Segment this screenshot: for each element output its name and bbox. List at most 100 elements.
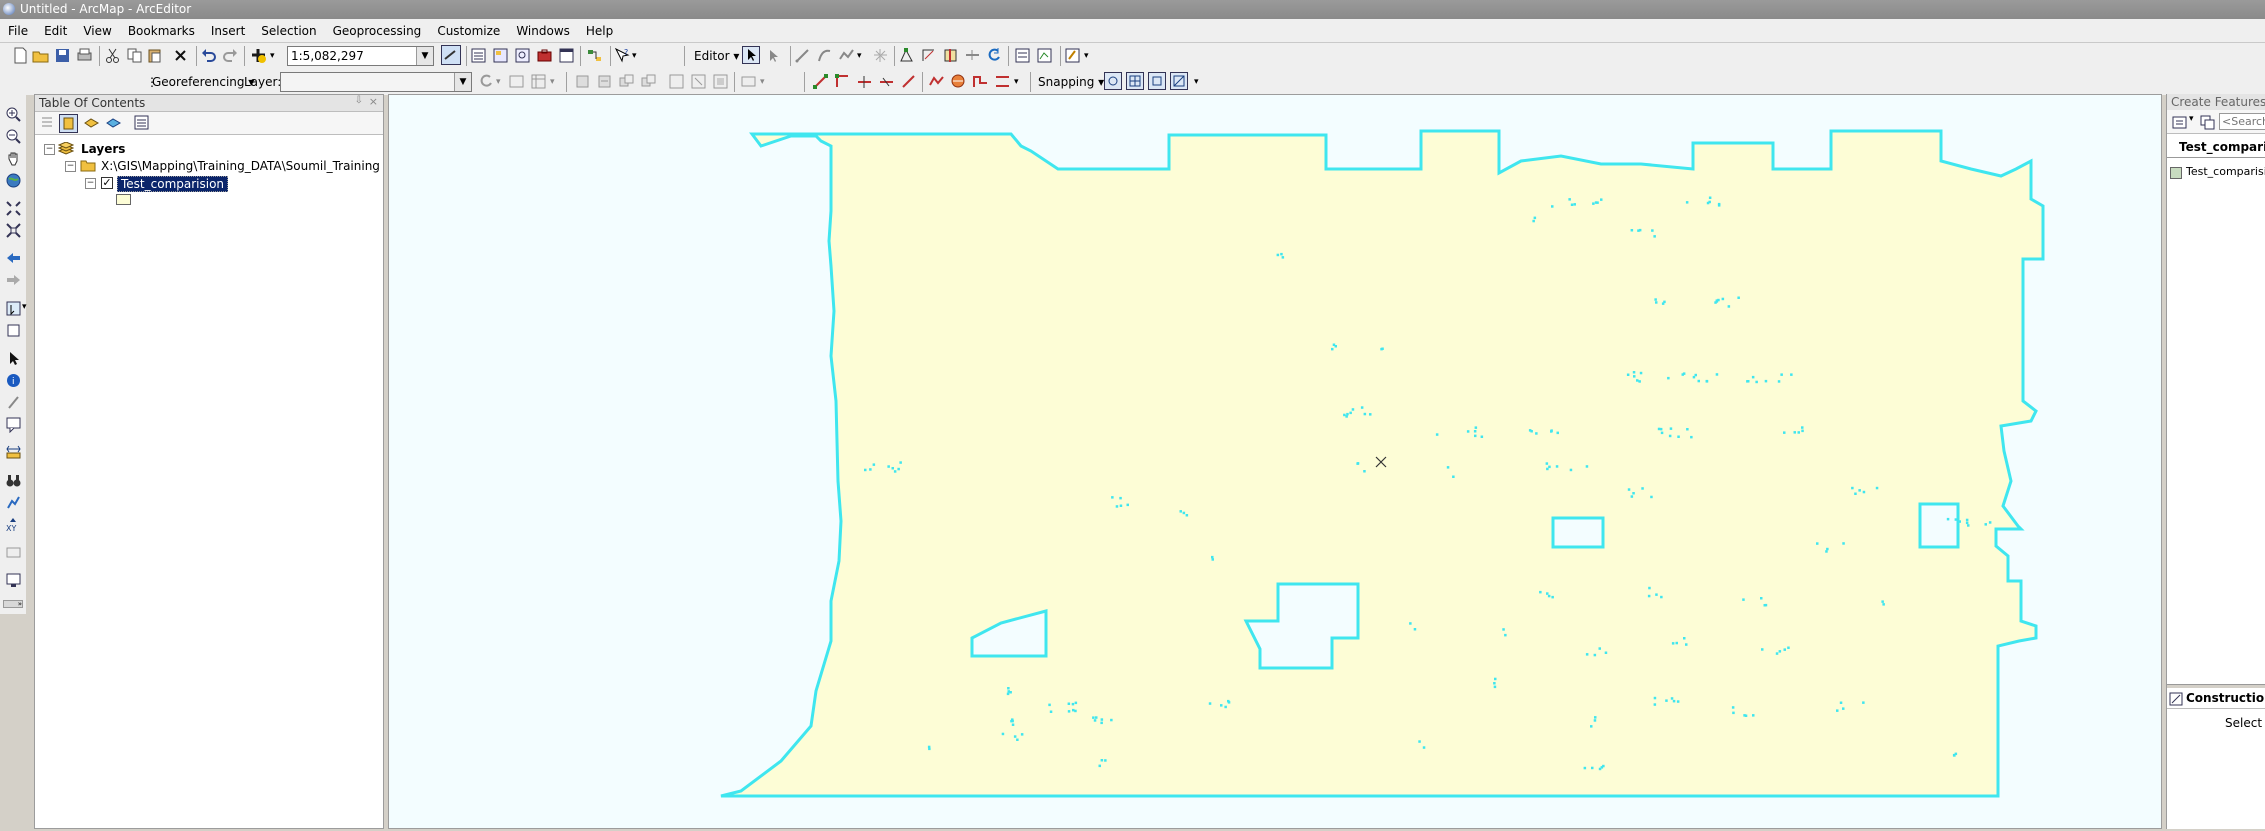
point-feature[interactable] [1638, 228, 1642, 232]
point-feature[interactable] [1671, 642, 1675, 645]
point-feature[interactable] [1452, 475, 1455, 479]
select-features-icon[interactable] [5, 300, 22, 317]
menu-windows[interactable]: Windows [508, 19, 578, 43]
point-feature[interactable] [1569, 468, 1573, 472]
point-feature[interactable] [1633, 375, 1636, 378]
point-snapping-icon[interactable] [1104, 72, 1122, 90]
menu-view[interactable]: View [75, 19, 119, 43]
point-feature[interactable] [1360, 406, 1364, 409]
endpoint-snapping-icon[interactable] [1126, 72, 1144, 90]
point-feature[interactable] [1570, 203, 1574, 207]
point-feature[interactable] [1380, 347, 1383, 351]
point-feature[interactable] [1747, 380, 1750, 383]
point-feature[interactable] [1067, 702, 1071, 706]
point-feature[interactable] [1675, 641, 1679, 645]
map-display[interactable] [388, 94, 2162, 829]
point-feature[interactable] [1715, 373, 1719, 376]
georef-table-icon[interactable] [530, 73, 547, 90]
straight-segment-icon[interactable] [794, 47, 811, 64]
split-tool-icon[interactable] [964, 47, 981, 64]
point-feature[interactable] [1826, 547, 1829, 551]
point-feature[interactable] [1422, 746, 1426, 749]
point-feature[interactable] [1677, 435, 1680, 439]
point-feature[interactable] [1104, 759, 1107, 762]
point-feature[interactable] [1690, 435, 1693, 439]
find-route-icon[interactable] [5, 494, 22, 511]
point-feature[interactable] [1668, 434, 1672, 438]
template-group-header[interactable]: Test_comparision [2167, 138, 2265, 158]
add-control-points-icon[interactable] [574, 73, 591, 90]
viewer-icon[interactable] [712, 73, 729, 90]
list-by-selection-icon[interactable] [105, 114, 122, 131]
point-feature[interactable] [893, 470, 897, 473]
point-feature[interactable] [1665, 699, 1668, 702]
point-feature[interactable] [1596, 201, 1599, 204]
layer-symbol-swatch[interactable] [116, 194, 131, 205]
point-feature[interactable] [1994, 530, 1998, 533]
list-by-visibility-icon[interactable] [83, 114, 100, 131]
point-feature[interactable] [1585, 465, 1589, 468]
edit-vertices-icon[interactable] [898, 47, 915, 64]
point-feature[interactable] [1551, 205, 1554, 208]
snapping-options-icon[interactable]: ▾ [1194, 75, 1199, 89]
point-feature[interactable] [1369, 413, 1372, 416]
pin-icon[interactable]: ⇩ [355, 95, 363, 106]
collapse-layers-icon[interactable]: − [44, 144, 55, 155]
undo-icon[interactable] [200, 47, 217, 64]
point-feature[interactable] [1591, 766, 1594, 770]
point-feature[interactable] [1954, 518, 1958, 521]
point-feature[interactable] [1363, 412, 1367, 416]
add-vertex-icon[interactable] [856, 73, 873, 90]
point-feature[interactable] [1480, 435, 1484, 439]
select-elements-icon[interactable] [5, 350, 22, 367]
point-feature[interactable] [1592, 202, 1595, 205]
arctoolbox-icon[interactable] [536, 47, 553, 64]
point-feature[interactable] [1604, 651, 1608, 655]
add-data-dropdown-icon[interactable]: ▾ [270, 43, 275, 69]
point-feature[interactable] [1551, 595, 1554, 599]
point-feature[interactable] [1854, 492, 1857, 496]
point-feature[interactable] [1732, 711, 1735, 715]
point-feature[interactable] [1211, 558, 1215, 561]
paste-icon[interactable] [146, 47, 163, 64]
point-feature[interactable] [1598, 767, 1602, 771]
point-feature[interactable] [1761, 648, 1764, 651]
point-feature[interactable] [1280, 252, 1283, 256]
construction-tools-dropdown-icon[interactable]: ▾ [857, 49, 862, 63]
point-feature[interactable] [1882, 603, 1885, 606]
menu-customize[interactable]: Customize [429, 19, 508, 43]
identify-icon[interactable]: i [5, 372, 22, 389]
map-canvas[interactable] [389, 95, 2163, 830]
point-feature[interactable] [1787, 646, 1790, 650]
point-feature[interactable] [1535, 432, 1538, 435]
view-link-table-icon[interactable] [596, 73, 613, 90]
point-feature[interactable] [1669, 427, 1673, 430]
sketch-properties-icon[interactable] [1036, 47, 1053, 64]
point-feature[interactable] [869, 468, 872, 471]
point-feature[interactable] [1742, 598, 1745, 601]
point-feature[interactable] [1984, 523, 1988, 526]
point-feature[interactable] [1413, 628, 1417, 631]
edit-annotation-icon[interactable] [766, 47, 783, 64]
point-feature[interactable] [1946, 517, 1950, 521]
point-feature[interactable] [1227, 699, 1230, 703]
point-feature[interactable] [1600, 198, 1603, 201]
python-window-icon[interactable] [558, 47, 575, 64]
point-feature[interactable] [1717, 202, 1721, 206]
point-feature[interactable] [1692, 375, 1696, 379]
reshape-edge-icon[interactable] [972, 73, 989, 90]
point-feature[interactable] [1636, 379, 1639, 382]
redo-icon[interactable] [222, 47, 239, 64]
magnifier-window-icon[interactable] [740, 73, 757, 90]
georeferencing-menu[interactable]: Georeferencing ▾ [152, 69, 254, 95]
point-feature[interactable] [1100, 718, 1104, 721]
point-feature[interactable] [891, 467, 895, 470]
rotate-dropdown-icon[interactable]: ▾ [496, 75, 501, 89]
point-feature[interactable] [1224, 705, 1227, 709]
point-feature[interactable] [1598, 647, 1602, 650]
point-feature[interactable] [1547, 594, 1551, 598]
point-feature[interactable] [1965, 518, 1969, 522]
create-features-window-icon[interactable] [1064, 47, 1081, 64]
point-feature[interactable] [1276, 253, 1280, 257]
point-feature[interactable] [1119, 496, 1122, 500]
